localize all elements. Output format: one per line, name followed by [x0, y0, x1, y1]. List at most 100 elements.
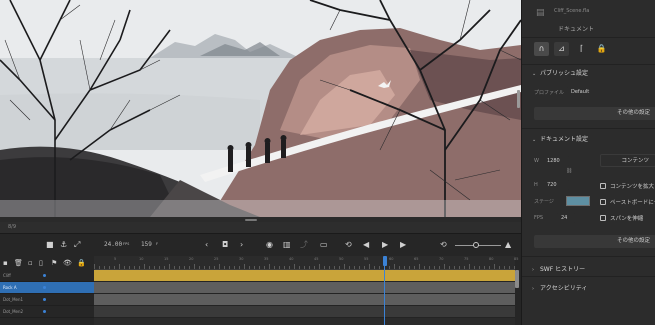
ruler-tick [169, 264, 170, 269]
profile-select[interactable]: Default [566, 86, 655, 98]
publish-more-settings-button[interactable]: その他の設定 [534, 107, 655, 120]
document-settings-title: ドキュメント設定 [540, 136, 589, 143]
layer-color-dot[interactable] [43, 286, 46, 289]
clip-pasteboard-label: ペーストボードにクリップ [610, 200, 655, 206]
ruler-number: 85 [514, 257, 519, 261]
prev-keyframe-icon[interactable]: ‹ [205, 240, 208, 250]
layer-name: Rock A [3, 285, 17, 290]
layer-row[interactable]: Dot_Men2 [0, 306, 94, 318]
layer-row[interactable]: Rock A [0, 282, 94, 294]
scale-content-checkbox[interactable] [600, 183, 606, 189]
step-back-icon[interactable]: ◀ [363, 240, 369, 250]
document-more-settings-button[interactable]: その他の設定 [534, 235, 655, 248]
next-keyframe-icon[interactable]: › [240, 240, 243, 250]
insert-frame-icon[interactable]: ▭ [320, 240, 328, 250]
ruler-tick [484, 266, 485, 269]
layer-color-dot[interactable] [43, 298, 46, 301]
layer-color-dot[interactable] [43, 310, 46, 313]
timeline-ruler[interactable]: 5 10 15 20 25 30 35 40 45 50 55 60 65 70 75 80 85 [94, 256, 519, 270]
ruler-tick [314, 266, 315, 269]
create-tween-icon[interactable]: ⤴ [300, 240, 308, 250]
zoom-mountain-icon[interactable]: ▲ [505, 240, 511, 250]
stage-canvas[interactable] [0, 0, 521, 217]
edit-multiple-frames-icon[interactable]: ▥ [283, 240, 291, 250]
timeline-toolbar: ■ ⚓ ⤢ 24.00 FPS 159 F ‹ ◘ › ◉ ▥ ⤴ ▭ ⟲ ◀ … [0, 234, 521, 256]
ruler-tick [279, 266, 280, 269]
layer-name: Cliff [3, 273, 11, 278]
center-frame-icon[interactable]: ⟲ [440, 240, 447, 250]
parent-layer-icon[interactable]: ⚓ [60, 240, 67, 250]
loop-icon[interactable]: ⟲ [345, 240, 352, 250]
step-forward-icon[interactable]: ▶ [400, 240, 406, 250]
frame-track-dot-men1[interactable] [94, 294, 515, 306]
ruler-tick [139, 266, 140, 269]
insert-keyframe-icon[interactable]: ◘ [222, 240, 228, 250]
layer-depth-icon[interactable]: ⤢ [74, 240, 80, 250]
ruler-number: 35 [264, 257, 269, 261]
ruler-tick [389, 266, 390, 269]
timeline-ruler-row: ▪ 🗑 ▫ ▯ ⚑ 👁 🔒 5 10 15 20 25 30 35 40 45 50 55 60 65 7… [0, 256, 521, 270]
ruler-tick [259, 266, 260, 269]
ruler-tick [294, 264, 295, 269]
highlight-layers-icon[interactable]: ⚑ [51, 259, 57, 267]
ruler-tick [159, 266, 160, 269]
ruler-tick [109, 266, 110, 269]
lock-button[interactable]: 🔒 [594, 42, 609, 56]
play-icon[interactable]: ▶ [382, 240, 388, 250]
lock-all-icon[interactable]: 🔒 [77, 259, 86, 267]
timeline-vertical-scrollbar[interactable] [515, 270, 519, 288]
ruler-tick [379, 266, 380, 269]
scale-content-button[interactable]: コンテンツ [600, 154, 655, 167]
camera-icon[interactable]: ■ [46, 240, 54, 250]
new-layer-icon[interactable]: ▪ [3, 259, 8, 267]
panel-separator [522, 128, 655, 129]
add-folder-icon[interactable]: ▫ [28, 259, 33, 267]
frame-track-rock-a[interactable] [94, 282, 515, 294]
publish-settings-title: パブリッシュ設定 [540, 70, 589, 77]
document-settings-header[interactable]: ⌄ ドキュメント設定 [532, 134, 588, 143]
ruler-number: 65 [414, 257, 419, 261]
accessibility-header[interactable]: › アクセシビリティ [532, 283, 587, 292]
ruler-number: 70 [439, 257, 444, 261]
current-frame[interactable]: 159 [141, 241, 152, 248]
playhead-handle[interactable] [383, 256, 387, 266]
zoom-slider-knob[interactable] [473, 242, 479, 248]
fps-value[interactable]: 24.00 [104, 241, 122, 248]
ruler-tick [239, 266, 240, 269]
magnet-snap-button[interactable]: ∩ [534, 42, 549, 56]
span-stretch-checkbox[interactable] [600, 215, 606, 221]
divider-grip[interactable] [245, 219, 257, 221]
ruler-tick [349, 266, 350, 269]
frame-grid[interactable] [94, 270, 515, 325]
delete-layer-icon[interactable]: 🗑 [14, 259, 23, 267]
layer-row[interactable]: Dot_Men1 [0, 294, 94, 306]
ruler-tick [119, 264, 120, 269]
document-header: ▤ Cliff_Scene.fla ドキュメント [522, 0, 655, 38]
frame-track-dot-men2[interactable] [94, 306, 515, 318]
timeline-tab[interactable]: 8/9 [8, 224, 16, 230]
stage-vertical-scrollbar[interactable] [517, 90, 520, 108]
link-dimensions-icon[interactable]: ⛓ [566, 168, 572, 174]
ruler-tick [424, 266, 425, 269]
stage-color-label: ステージ [534, 199, 554, 205]
fps-field[interactable]: 24 [556, 212, 576, 224]
publish-settings-header[interactable]: ⌄ パブリッシュ設定 [532, 68, 588, 77]
onion-skin-icon[interactable]: ◉ [266, 240, 273, 250]
layer-row[interactable]: Cliff [0, 270, 94, 282]
ruler-tick [419, 264, 420, 269]
width-field[interactable]: 1280 [542, 155, 570, 167]
ruler-number: 10 [139, 257, 144, 261]
show-all-icon[interactable]: 👁 [63, 259, 72, 267]
frame-track-cliff[interactable] [94, 270, 515, 282]
corner-button[interactable]: ⌈ [574, 42, 589, 56]
height-field[interactable]: 720 [542, 179, 570, 191]
ruler-number: 40 [289, 257, 294, 261]
layer-options-icon[interactable]: ▯ [39, 259, 43, 267]
swf-history-header[interactable]: › SWF ヒストリー [532, 264, 585, 273]
layer-color-dot[interactable] [43, 274, 46, 277]
ruler-tick [329, 266, 330, 269]
stage-color-swatch[interactable] [566, 196, 590, 206]
distribute-button[interactable]: ⊿ [554, 42, 569, 56]
ruler-tick [194, 264, 195, 269]
clip-pasteboard-checkbox[interactable] [600, 199, 606, 205]
